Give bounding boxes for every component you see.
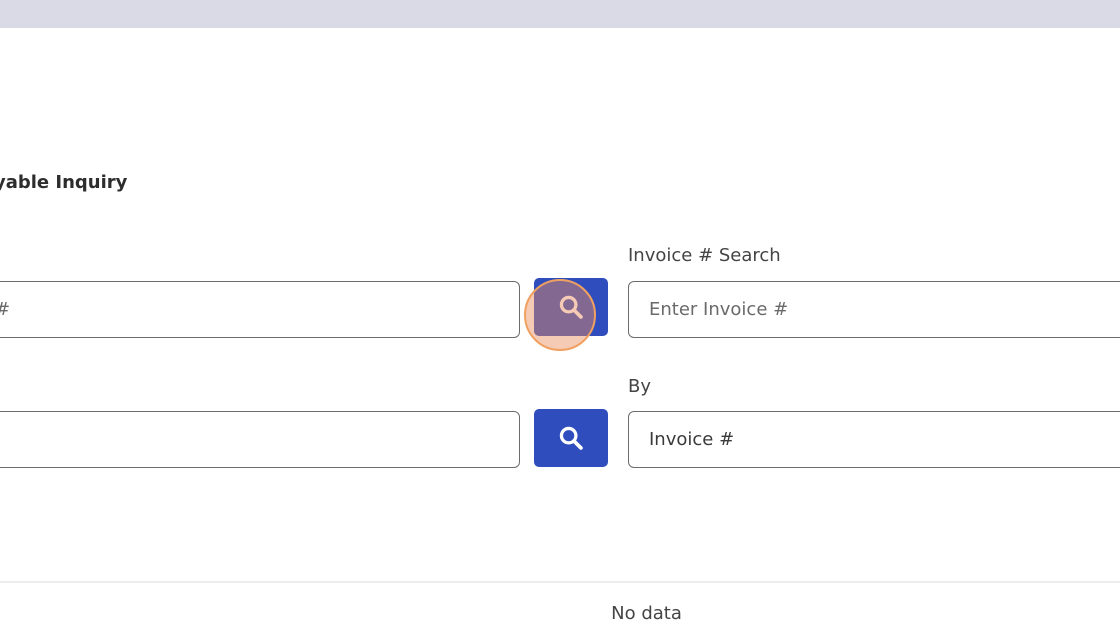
search-button-secondary[interactable]: [534, 409, 608, 467]
page-title: yable Inquiry: [0, 172, 128, 193]
no-data-message: No data: [611, 603, 682, 624]
search-icon: [559, 426, 583, 450]
invoice-search-label: Invoice # Search: [628, 245, 781, 266]
invoice-search-field[interactable]: [628, 281, 1120, 338]
top-bar: [0, 0, 1120, 28]
left-search-input[interactable]: [0, 282, 519, 337]
search-button-primary[interactable]: [534, 278, 608, 336]
search-by-select[interactable]: [628, 411, 1120, 468]
by-label: By: [628, 376, 652, 397]
search-icon: [559, 295, 583, 319]
results-divider: [0, 581, 1120, 583]
left-secondary-field[interactable]: [0, 411, 520, 468]
invoice-search-input[interactable]: [629, 282, 1120, 337]
search-by-value[interactable]: [629, 412, 1120, 467]
left-search-field[interactable]: [0, 281, 520, 338]
left-secondary-input[interactable]: [0, 412, 519, 467]
